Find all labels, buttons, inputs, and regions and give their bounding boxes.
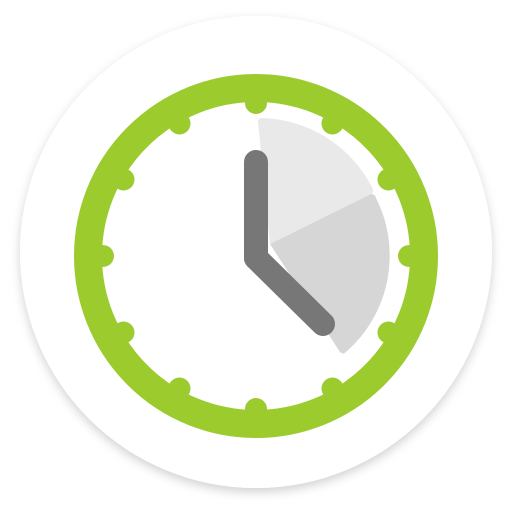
clock-tick [168,112,191,135]
clock-tick [245,398,267,420]
clock-tick [168,377,191,400]
clock-tick [377,168,400,191]
clock-tick [321,377,344,400]
clock-tick [245,92,267,114]
clock-tick [377,321,400,344]
clock-tick [112,321,135,344]
app-icon[interactable] [0,0,512,512]
clock-tick [112,168,135,191]
clock-tick [398,245,420,267]
clock-tick [321,112,344,135]
timer-clock-icon [20,16,492,488]
clock-tick [92,245,114,267]
